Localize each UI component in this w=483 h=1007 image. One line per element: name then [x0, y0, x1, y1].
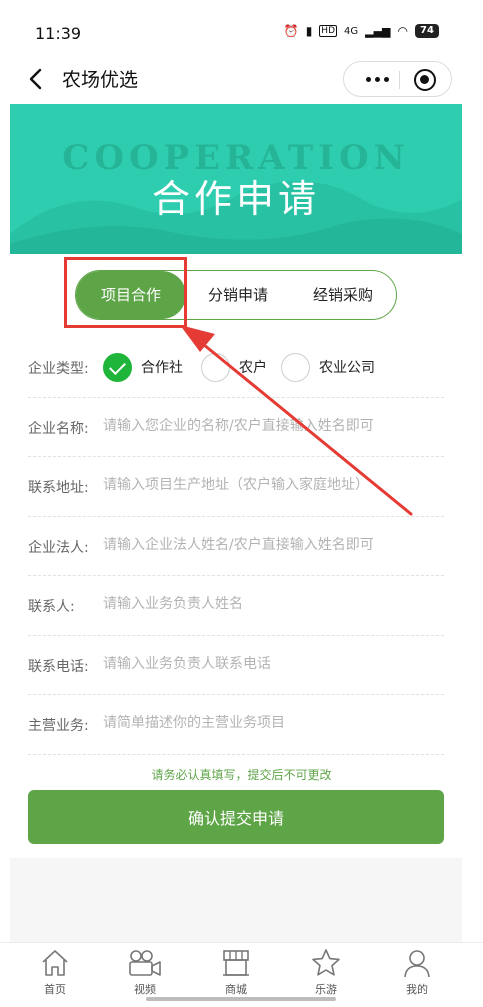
field-label: 联系人: [28, 599, 75, 615]
radio-cooperative[interactable]: 合作社 [103, 351, 183, 383]
battery-icon: 74 [415, 24, 439, 38]
wifi-icon: ◠ [397, 24, 408, 38]
vibrate-icon: ▮ [305, 24, 313, 38]
radio-circle-icon [201, 352, 230, 382]
address-input[interactable] [103, 471, 438, 499]
tabbar-label: 我的 [406, 983, 428, 996]
enterprise-type-label: 企业类型: [28, 361, 89, 377]
mini-program-capsule [343, 61, 452, 97]
field-label: 企业法人: [28, 539, 89, 556]
banner: COOPERATION 合作申请 [10, 104, 462, 254]
alarm-icon: ⏰ [283, 24, 299, 38]
tab-dealer-purchase[interactable]: 经销采购 [291, 271, 395, 319]
form-row-legal-person: 企业法人: [28, 517, 444, 576]
form-row-contact-person: 联系人: [28, 576, 444, 636]
status-bar: 11:39 ⏰ ▮ HD 4G ▂▄▆ ◠ 74 [0, 0, 483, 56]
capsule-divider [399, 71, 400, 89]
legal-person-input[interactable] [103, 530, 438, 559]
tabbar-label: 首页 [44, 983, 66, 996]
user-icon [404, 950, 430, 978]
radio-cooperative-label: 合作社 [141, 360, 183, 376]
main-business-input[interactable] [103, 709, 438, 737]
form-row-address: 联系地址: [28, 457, 444, 517]
form-row-main-business: 主营业务: [28, 695, 444, 755]
tabbar-item-mine[interactable]: 我的 [387, 947, 447, 1005]
radio-agri-company-label: 农业公司 [319, 360, 375, 376]
hd-icon: HD [319, 25, 337, 37]
tabbar-label: 视频 [134, 983, 156, 996]
form-row-enterprise-name: 企业名称: [28, 398, 444, 457]
radio-circle-icon [281, 352, 310, 382]
field-label: 企业名称: [28, 420, 89, 437]
submit-button[interactable]: 确认提交申请 [28, 790, 444, 844]
radio-farmer[interactable]: 农户 [201, 351, 267, 383]
page-title: 农场优选 [62, 69, 139, 91]
tab-distribution-application[interactable]: 分销申请 [188, 271, 288, 319]
notice-text: 请务必认真填写，提交后不可更改 [151, 768, 332, 782]
enterprise-name-input[interactable] [103, 411, 438, 440]
footer-placeholder [10, 858, 462, 942]
tabbar-label: 商城 [225, 983, 247, 996]
signal-icon: ▂▄▆ [365, 24, 391, 38]
field-label: 联系地址: [28, 480, 89, 496]
video-camera-icon [129, 950, 161, 976]
nav-bar: 农场优选 [0, 56, 483, 102]
enterprise-type-row: 企业类型: 合作社 农户 农业公司 [28, 338, 444, 398]
home-icon [42, 950, 68, 976]
form-row-phone: 联系电话: [28, 636, 444, 695]
radio-farmer-label: 农户 [239, 360, 267, 376]
more-icon[interactable] [359, 62, 395, 96]
tabbar-item-home[interactable]: 首页 [25, 947, 85, 1005]
application-form: 企业类型: 合作社 农户 农业公司 企业名称: 联系地址: 企业法人: 联系人:… [28, 338, 444, 755]
field-label: 联系电话: [28, 658, 89, 675]
field-label: 主营业务: [28, 718, 89, 734]
home-indicator [146, 997, 336, 1001]
radio-agri-company[interactable]: 农业公司 [281, 351, 375, 383]
star-icon [312, 949, 340, 976]
back-arrow-icon[interactable] [24, 64, 50, 94]
annotation-highlight-box [64, 257, 187, 328]
tabbar-label: 乐游 [315, 983, 337, 996]
contact-person-input[interactable] [103, 590, 438, 618]
phone-input[interactable] [103, 649, 438, 678]
status-time: 11:39 [35, 24, 82, 43]
status-icons: ⏰ ▮ HD 4G ▂▄▆ ◠ 74 [284, 24, 439, 38]
network-label: 4G [344, 25, 359, 37]
store-icon [223, 950, 249, 976]
close-target-icon[interactable] [414, 69, 436, 91]
checkmark-icon [103, 352, 132, 382]
banner-title: 合作申请 [151, 177, 320, 221]
